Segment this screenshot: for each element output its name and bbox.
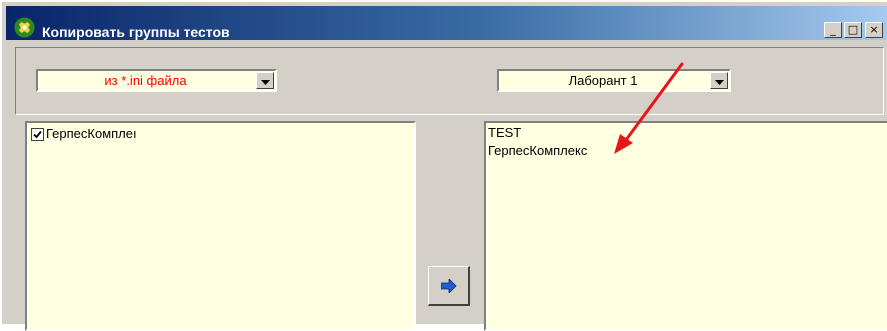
source-list[interactable]: ГерпесКомплеı [25,121,416,331]
target-combobox[interactable]: Лаборант 1 [497,69,731,92]
list-item-label: ГерпесКомплеı [46,126,137,141]
arrow-right-icon [441,279,457,293]
maximize-button[interactable]: □ [844,22,862,38]
copy-test-groups-window: Копировать группы тестов _ □ × из *.ini … [0,0,887,331]
target-selected-value: Лаборант 1 [568,73,638,88]
app-icon [14,17,35,38]
source-selected-value: из *.ini файла [104,73,187,88]
target-dropdown-button[interactable] [710,72,728,89]
chevron-down-icon [714,80,724,85]
source-dropdown-button[interactable] [256,72,274,89]
title-bar[interactable]: Копировать группы тестов _ □ × [6,6,887,40]
close-icon: × [869,23,879,36]
minimize-icon: _ [830,23,836,36]
minimize-button[interactable]: _ [824,22,842,38]
checkbox-checked-icon[interactable] [31,128,44,141]
copy-button[interactable] [428,266,470,306]
source-combobox[interactable]: из *.ini файла [36,69,277,92]
chevron-down-icon [260,80,270,85]
list-item[interactable]: ГерпесКомплекс [488,143,587,159]
target-list[interactable]: TEST ГерпесКомплекс [484,121,887,331]
list-item[interactable]: TEST [488,125,521,141]
close-button[interactable]: × [865,22,883,38]
maximize-icon: □ [847,23,859,36]
window-title: Копировать группы тестов [42,24,230,40]
